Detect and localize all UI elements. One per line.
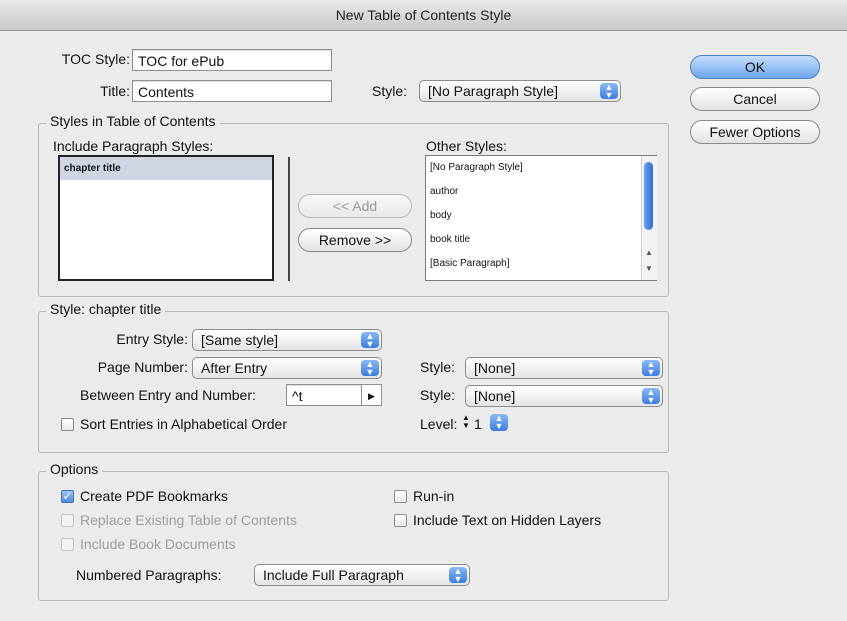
window-title: New Table of Contents Style	[0, 0, 847, 31]
toc-style-input[interactable]: TOC for ePub	[132, 49, 332, 71]
entry-style-label: Entry Style:	[116, 331, 188, 347]
replace-existing-checkbox[interactable]	[61, 514, 74, 527]
level-label: Level:	[420, 416, 458, 432]
list-item[interactable]: author	[426, 180, 656, 204]
page-style-select[interactable]: [None] ▲ ▼	[465, 357, 663, 379]
list-divider	[288, 157, 290, 281]
stepper-arrows-icon: ▲ ▼	[642, 388, 660, 405]
run-in-label: Run-in	[413, 488, 455, 504]
style-group-label: Style: chapter title	[46, 301, 166, 317]
between-style-select[interactable]: [None] ▲ ▼	[465, 385, 663, 407]
entry-style-value: [Same style]	[201, 332, 279, 348]
level-value: 1	[474, 416, 482, 432]
scroll-up-icon[interactable]: ▲	[645, 248, 653, 257]
create-pdf-bookmarks-label: Create PDF Bookmarks	[80, 488, 228, 504]
title-label: Title:	[100, 83, 130, 99]
include-styles-list[interactable]: chapter title	[58, 155, 274, 281]
numbered-paragraphs-label: Numbered Paragraphs:	[76, 567, 222, 583]
page-number-label: Page Number:	[97, 359, 188, 375]
numbered-paragraphs-select[interactable]: Include Full Paragraph ▲ ▼	[254, 564, 470, 586]
page-style-value: [None]	[474, 360, 516, 376]
page-style-label: Style:	[420, 359, 456, 375]
list-item[interactable]: chapter title	[60, 157, 272, 181]
options-group-label: Options	[46, 461, 103, 477]
dialog-window: New Table of Contents Style TOC Style: T…	[0, 0, 847, 621]
replace-existing-label: Replace Existing Table of Contents	[80, 512, 297, 528]
level-stepper-icon[interactable]: ▲ ▼	[462, 414, 470, 430]
stepper-arrows-icon: ▲ ▼	[361, 360, 379, 377]
add-button[interactable]: << Add	[298, 194, 412, 218]
include-book-documents-label: Include Book Documents	[80, 536, 236, 552]
sort-entries-label: Sort Entries in Alphabetical Order	[80, 416, 287, 432]
cancel-button[interactable]: Cancel	[690, 87, 820, 111]
page-number-value: After Entry	[201, 360, 268, 376]
fewer-options-button[interactable]: Fewer Options	[690, 120, 820, 144]
level-dropdown-icon[interactable]: ▲ ▼	[490, 414, 508, 431]
list-item[interactable]: [No Paragraph Style]	[426, 156, 656, 180]
stepper-arrows-icon: ▲ ▼	[361, 332, 379, 349]
run-in-checkbox[interactable]	[394, 490, 407, 503]
ok-button[interactable]: OK	[690, 55, 820, 79]
include-hidden-layers-label: Include Text on Hidden Layers	[413, 512, 602, 528]
styles-in-toc-group-label: Styles in Table of Contents	[46, 113, 220, 129]
other-styles-list[interactable]: [No Paragraph Style] author body book ti…	[425, 155, 657, 281]
include-paragraph-styles-label: Include Paragraph Styles:	[53, 138, 214, 154]
title-style-select[interactable]: [No Paragraph Style] ▲ ▼	[419, 80, 621, 102]
stepper-arrows-icon: ▲ ▼	[600, 83, 618, 100]
between-style-value: [None]	[474, 388, 516, 404]
list-item[interactable]: book title	[426, 228, 656, 252]
stepper-arrows-icon: ▲ ▼	[642, 360, 660, 377]
insert-special-char-icon[interactable]: ▶	[362, 384, 382, 406]
include-book-documents-checkbox[interactable]	[61, 538, 74, 551]
toc-style-label: TOC Style:	[61, 51, 130, 67]
list-item[interactable]: [Basic Paragraph]	[426, 252, 656, 276]
other-styles-scrollbar[interactable]: ▲ ▼	[641, 156, 657, 280]
list-item[interactable]: body	[426, 204, 656, 228]
page-number-select[interactable]: After Entry ▲ ▼	[192, 357, 382, 379]
between-entry-label: Between Entry and Number:	[80, 387, 256, 403]
include-hidden-layers-checkbox[interactable]	[394, 514, 407, 527]
level-stepper[interactable]: ▲ ▼ 1 ▲ ▼	[462, 413, 512, 433]
numbered-paragraphs-value: Include Full Paragraph	[263, 567, 404, 583]
create-pdf-bookmarks-checkbox[interactable]: ✓	[61, 490, 74, 503]
scrollbar-thumb[interactable]	[644, 162, 653, 230]
title-input[interactable]: Contents	[132, 80, 332, 102]
title-style-value: [No Paragraph Style]	[428, 83, 558, 99]
sort-entries-checkbox[interactable]	[61, 418, 74, 431]
between-style-label: Style:	[420, 387, 456, 403]
entry-style-select[interactable]: [Same style] ▲ ▼	[192, 329, 382, 351]
title-style-label: Style:	[372, 83, 408, 99]
scroll-down-icon[interactable]: ▼	[645, 264, 653, 273]
between-entry-input[interactable]: ^t	[286, 384, 362, 406]
remove-button[interactable]: Remove >>	[298, 228, 412, 252]
other-styles-label: Other Styles:	[426, 138, 507, 154]
stepper-arrows-icon: ▲ ▼	[449, 567, 467, 584]
